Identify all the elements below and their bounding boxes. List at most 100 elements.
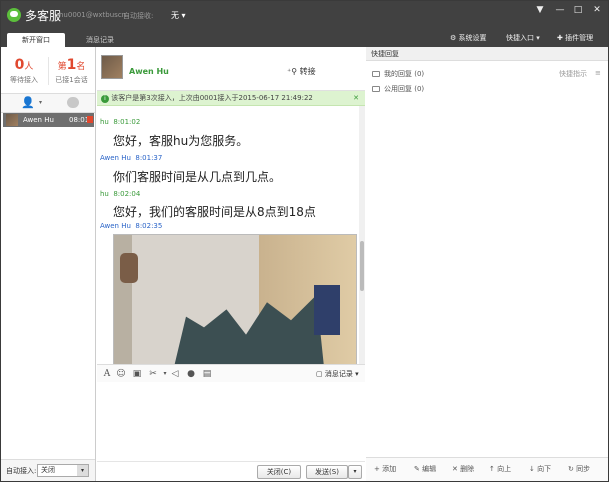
minimize-icon[interactable]: — <box>553 4 567 16</box>
quick-reply-actions: + 添加 ✎ 编辑 ✕ 删除 ↑ 向上 ↓ 向下 ↻ 同步 <box>366 457 608 481</box>
user-icon[interactable]: 👤 <box>21 97 35 109</box>
chevron-down-icon[interactable]: ▾ <box>39 99 42 106</box>
arrow-down-icon: ↓ <box>529 465 535 473</box>
message-meta: hu 8:01:02 <box>100 118 141 126</box>
send-options-button[interactable]: ▾ <box>348 465 362 479</box>
pencil-icon: ✎ <box>414 465 420 473</box>
account-name: hu0001@wxtbuscn <box>59 11 127 19</box>
message-text: 您好，我们的客服时间是从8点到18点 <box>113 205 316 219</box>
waiting-count: 0人 <box>14 57 34 73</box>
maximize-icon[interactable]: □ <box>571 4 585 16</box>
transfer-button[interactable]: ⁺⚲ 转接 <box>287 66 316 77</box>
chat-bubble-icon[interactable] <box>67 97 79 108</box>
gear-icon: ⚙ <box>450 34 457 42</box>
auto-accept-select[interactable]: 关闭 ▾ <box>37 464 89 477</box>
rank-count: 第1名 <box>57 57 86 73</box>
app-window: 多客服 hu0001@wxtbuscn 自动接收: 无 ▾ ▼ — □ ✕ 新开… <box>0 0 609 482</box>
tab-new-window[interactable]: 新开窗口 <box>7 33 65 47</box>
plugins-label: 插件管理 <box>565 34 594 42</box>
message-list: hu 8:01:02 您好，客服hu为您服务。 Awen Hu 8:01:37 … <box>97 106 359 364</box>
emoji-icon[interactable]: ☺ <box>115 368 127 380</box>
message-text: 您好，客服hu为您服务。 <box>113 134 249 148</box>
edit-label: 编辑 <box>422 465 437 473</box>
avatar <box>101 55 123 79</box>
tab-message-history[interactable]: 消息记录 <box>75 33 125 47</box>
chat-scrollbar[interactable] <box>359 106 365 364</box>
scrollbar-thumb[interactable] <box>360 241 364 291</box>
public-replies-folder[interactable]: 公用回复 (0) <box>372 84 424 94</box>
notice-text: 该客户是第3次接入，上次由0001接入于2015-06-17 21:49:22 <box>111 94 313 102</box>
delete-button[interactable]: ✕ 删除 <box>452 464 474 474</box>
add-label: 添加 <box>382 465 397 473</box>
app-logo-icon <box>7 8 21 22</box>
quick-entry-label: 快捷入口 <box>506 34 534 42</box>
font-icon[interactable]: A <box>101 368 113 380</box>
plugins-button[interactable]: ✚ 插件管理 <box>557 32 593 44</box>
folder-icon <box>372 71 380 77</box>
avatar <box>6 114 18 126</box>
x-icon: ✕ <box>452 465 458 473</box>
image-message[interactable] <box>113 234 357 364</box>
add-user-icon: ⁺⚲ <box>287 67 298 76</box>
chevron-down-icon: ▾ <box>536 34 540 42</box>
microphone-icon[interactable]: ● <box>185 368 197 380</box>
message-meta: Awen Hu 8:02:35 <box>100 222 163 230</box>
quick-hint: 快捷指示 <box>559 70 587 78</box>
close-icon[interactable]: ✕ <box>590 4 604 16</box>
close-icon[interactable]: ✕ <box>353 91 359 106</box>
auto-accept-bar: 自动接入: 关闭 ▾ <box>1 459 95 481</box>
chevron-down-icon: ▾ <box>353 468 357 475</box>
history-icon: ▢ <box>316 370 323 378</box>
chevron-down-icon: ▾ <box>77 465 88 476</box>
quick-entry-button[interactable]: 快捷入口 ▾ <box>506 32 540 44</box>
message-text: 你们客服时间是从几点到几点。 <box>113 170 282 184</box>
puzzle-icon: ✚ <box>557 34 563 42</box>
sync-icon: ↻ <box>568 465 574 473</box>
history-label: 消息记录 <box>324 370 353 378</box>
waiting-stat: 0人 等待接入 <box>1 57 47 85</box>
move-down-button[interactable]: ↓ 向下 <box>529 464 551 474</box>
close-button[interactable]: 关闭(C) <box>257 465 301 479</box>
voice-icon[interactable]: ◁ <box>169 368 181 380</box>
message-meta: hu 8:02:04 <box>100 190 141 198</box>
app-title: 多客服 <box>25 9 62 23</box>
my-replies-label: 我的回复 (0) <box>384 70 425 78</box>
settings-button[interactable]: ⚙ 系统设置 <box>450 32 487 44</box>
my-replies-folder[interactable]: 我的回复 (0) <box>372 69 424 79</box>
settings-label: 系统设置 <box>458 34 487 42</box>
connected-label: 已接1会话 <box>55 76 88 84</box>
sync-label: 同步 <box>576 465 591 473</box>
tab-bar: 新开窗口 消息记录 ⚙ 系统设置 快捷入口 ▾ ✚ 插件管理 <box>1 29 608 47</box>
conversation-name: Awen Hu <box>23 116 54 124</box>
add-button[interactable]: + 添加 <box>374 464 396 474</box>
arrow-up-icon: ↑ <box>489 465 495 473</box>
quick-reply-header: 快捷回复 <box>366 47 608 61</box>
chat-panel: Awen Hu ⁺⚲ 转接 i 该客户是第3次接入，上次由0001接入于2015… <box>97 47 365 481</box>
rank-stat: 第1名 已接1会话 <box>48 57 94 85</box>
image-icon[interactable]: ▣ <box>131 368 143 380</box>
message-input[interactable] <box>97 382 365 461</box>
public-replies-label: 公用回复 (0) <box>384 85 425 93</box>
scissors-icon[interactable]: ✂ <box>147 368 159 380</box>
chevron-down-icon: ▾ <box>181 11 186 20</box>
document-icon[interactable]: ▤ <box>201 368 213 380</box>
conversation-item[interactable]: Awen Hu 08:01 <box>3 113 94 127</box>
send-button[interactable]: 发送(S) <box>306 465 348 479</box>
menu-dropdown-icon[interactable]: ▼ <box>533 4 547 16</box>
auto-receive-value: 无 <box>171 11 179 20</box>
delete-label: 删除 <box>460 465 475 473</box>
title-bar: 多客服 hu0001@wxtbuscn 自动接收: 无 ▾ ▼ — □ ✕ <box>1 1 608 29</box>
quick-reply-panel: 快捷回复 我的回复 (0) 快捷指示 ≡ 公用回复 (0) + 添加 ✎ 编辑 … <box>366 47 608 481</box>
transfer-label: 转接 <box>299 67 316 76</box>
edit-button[interactable]: ✎ 编辑 <box>414 464 436 474</box>
move-up-button[interactable]: ↑ 向上 <box>489 464 511 474</box>
history-button[interactable]: ▢ 消息记录 ▾ <box>316 369 359 379</box>
waiting-label: 等待接入 <box>10 76 38 84</box>
sync-button[interactable]: ↻ 同步 <box>568 464 590 474</box>
move-up-label: 向上 <box>497 465 512 473</box>
chevron-down-icon: ▾ <box>355 370 359 378</box>
plus-icon: + <box>374 465 380 473</box>
collapse-icon[interactable]: ≡ <box>595 69 601 77</box>
unread-badge <box>87 116 93 123</box>
auto-receive-select[interactable]: 无 ▾ <box>171 10 186 21</box>
